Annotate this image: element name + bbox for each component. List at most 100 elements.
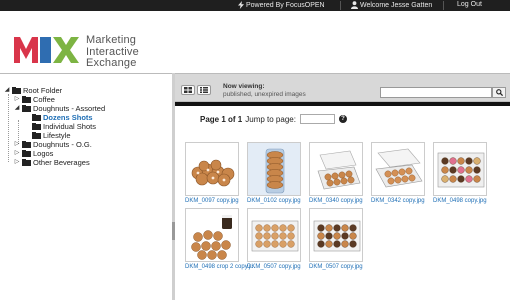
powered-by-text: Powered By FocusOPEN (246, 1, 325, 9)
thumbnail-card[interactable]: DKM_0342 copy.jpg (371, 142, 426, 204)
doughnut-pile-image (191, 159, 235, 187)
tree-item-label: Doughnuts - Assorted (33, 104, 106, 113)
tree-item-root-folder[interactable]: ◢ Root Folder (4, 86, 63, 95)
now-viewing-title: Now viewing: (223, 83, 265, 90)
now-viewing: Now viewing: published, unexpired images (223, 83, 306, 99)
powered-by[interactable]: Powered By FocusOPEN (238, 1, 325, 9)
mixed-doughnut-box-image (437, 152, 485, 188)
thumbnail-card[interactable]: DKM_0102 copy.jpg (247, 142, 302, 204)
tree-item-label: Coffee (33, 95, 55, 104)
thumbnail-image[interactable] (309, 142, 363, 196)
expanded-triangle-icon[interactable]: ◢ (4, 87, 10, 94)
tree-item-coffee[interactable]: ▷ Coffee (14, 95, 55, 104)
thumbnail-card[interactable]: DKM_0097 copy.jpg (185, 142, 240, 204)
expanded-triangle-icon[interactable]: ◢ (14, 105, 20, 112)
tree-item-label: Dozens Shots (43, 113, 93, 122)
welcome-text: Welcome Jesse Gatten (360, 1, 433, 9)
folder-icon (12, 87, 21, 94)
thumbnail-card[interactable]: DKM_0498 crop 2 copy.j... (185, 208, 255, 270)
folder-icon (32, 132, 41, 139)
grid-view-icon (184, 87, 192, 93)
topbar-divider (340, 1, 341, 10)
logo-line: Marketing (86, 34, 137, 46)
search-input[interactable] (380, 87, 492, 98)
logo-line: Exchange (86, 57, 137, 69)
tree-item-lifestyle[interactable]: Lifestyle (24, 131, 71, 140)
thumbnail-caption[interactable]: DKM_0342 copy.jpg (371, 198, 426, 204)
thumbnail-caption[interactable]: DKM_0507 copy.jpg (247, 264, 302, 270)
tree-item-label: Root Folder (23, 86, 63, 95)
thumbnail-image[interactable] (185, 142, 239, 196)
collapsed-triangle-icon[interactable]: ▷ (14, 141, 20, 148)
thumbnail-caption[interactable]: DKM_0498 crop 2 copy.j... (185, 264, 255, 270)
thumbnail-caption[interactable]: DKM_0097 copy.jpg (185, 198, 240, 204)
toolbar-rule (175, 102, 510, 106)
tree-item-doughnuts-assorted[interactable]: ◢ Doughnuts - Assorted (14, 104, 105, 113)
thumbnail-image[interactable] (309, 208, 363, 262)
view-toolbar: Now viewing: published, unexpired images (175, 74, 510, 102)
doughnut-stack-image (248, 143, 300, 195)
glazed-doughnut-box-image (251, 220, 299, 252)
thumbnail-image[interactable] (185, 208, 239, 262)
thumbnail-image[interactable] (247, 208, 301, 262)
tree-item-doughnuts-og[interactable]: ▷ Doughnuts - O.G. (14, 140, 92, 149)
thumbnail-image[interactable] (247, 142, 301, 196)
tree-item-label: Other Beverages (33, 158, 90, 167)
tree-item-logos[interactable]: ▷ Logos (14, 149, 54, 158)
logout-link[interactable]: Log Out (457, 1, 482, 8)
thumbnail-caption[interactable]: DKM_0340 copy.jpg (309, 198, 364, 204)
top-bar: Powered By FocusOPEN Welcome Jesse Gatte… (0, 0, 510, 11)
chocolate-doughnut-box-image (313, 220, 361, 252)
folder-icon (22, 159, 31, 166)
doughnut-box-image (375, 148, 423, 188)
search-icon (495, 89, 503, 96)
user-icon (351, 1, 358, 9)
doughnuts-with-coffee-image (191, 215, 232, 260)
tree-item-label: Doughnuts - O.G. (33, 140, 92, 149)
main-panel: Now viewing: published, unexpired images… (175, 73, 510, 300)
thumbnail-card[interactable]: DKM_0507 copy.jpg (309, 208, 364, 270)
tree-item-label: Individual Shots (43, 122, 96, 131)
tree-item-other-beverages[interactable]: ▷ Other Beverages (14, 158, 90, 167)
thumbnail-image[interactable] (371, 142, 425, 196)
doughnut-box-image (317, 150, 361, 190)
grid-view-button[interactable] (181, 85, 195, 95)
folder-icon (22, 105, 31, 112)
welcome-user[interactable]: Welcome Jesse Gatten (351, 1, 432, 9)
folder-icon (22, 96, 31, 103)
tree-item-label: Lifestyle (43, 131, 71, 140)
collapsed-triangle-icon[interactable]: ▷ (14, 150, 20, 157)
list-view-button[interactable] (197, 85, 211, 95)
pager: Page 1 of 1 Jump to page: ? (200, 114, 347, 124)
tree-guide-line (8, 94, 9, 162)
collapsed-triangle-icon[interactable]: ▷ (14, 96, 20, 103)
folder-icon (22, 150, 31, 157)
folder-icon (32, 123, 41, 130)
thumbnail-caption[interactable]: DKM_0102 copy.jpg (247, 198, 302, 204)
lightning-icon (238, 1, 244, 9)
search-button[interactable] (492, 87, 506, 98)
help-icon[interactable]: ? (338, 115, 347, 123)
jump-to-page-input[interactable] (299, 114, 335, 124)
jump-label: Jump to page: (245, 114, 296, 124)
tree-item-dozens-shots[interactable]: Dozens Shots (24, 113, 93, 122)
thumbnail-image[interactable] (433, 142, 487, 196)
tree-item-individual-shots[interactable]: Individual Shots (24, 122, 96, 131)
topbar-divider (443, 1, 444, 10)
tree-item-label: Logos (33, 149, 54, 158)
now-viewing-filter: published, unexpired images (223, 91, 306, 98)
folder-icon (22, 141, 31, 148)
folder-sidebar: ◢ Root Folder ▷ Coffee ◢ Doughnuts - Ass… (0, 73, 172, 300)
page-indicator: Page 1 of 1 (200, 114, 243, 124)
thumbnail-card[interactable]: DKM_0498 copy.jpg (433, 142, 488, 204)
thumbnail-caption[interactable]: DKM_0507 copy.jpg (309, 264, 364, 270)
thumbnail-card[interactable]: DKM_0340 copy.jpg (309, 142, 364, 204)
mix-logo[interactable] (14, 37, 80, 63)
collapsed-triangle-icon[interactable]: ▷ (14, 159, 20, 166)
thumbnail-caption[interactable]: DKM_0498 copy.jpg (433, 198, 488, 204)
thumbnail-card[interactable]: DKM_0507 copy.jpg (247, 208, 302, 270)
logo-wordmark: Marketing Interactive Exchange (86, 34, 139, 70)
